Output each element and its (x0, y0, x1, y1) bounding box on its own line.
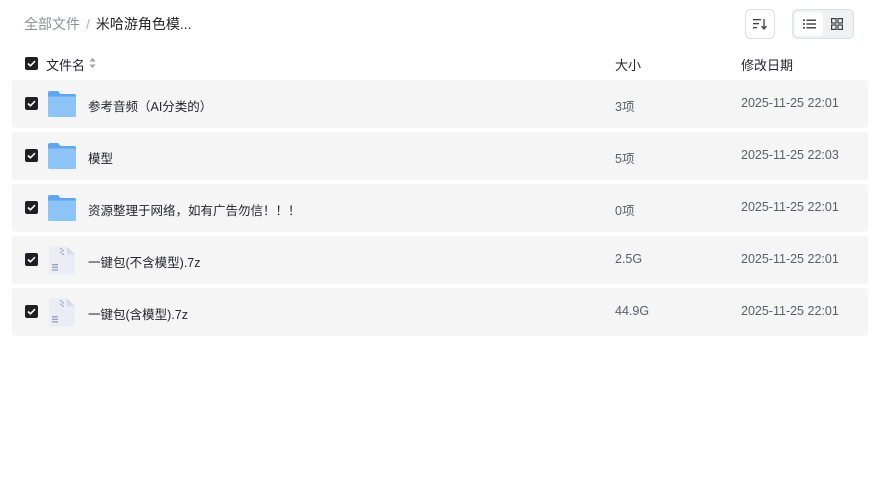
checkmark-icon (27, 100, 36, 107)
column-header-size: 大小 (615, 58, 642, 73)
folder-icon (47, 142, 77, 170)
grid-view-icon (831, 18, 843, 30)
file-name[interactable]: 一键包(含模型).7z (88, 304, 188, 323)
file-date: 2025-11-25 22:03 (741, 148, 839, 162)
folder-icon (47, 90, 77, 118)
file-size: 0项 (615, 204, 635, 218)
file-name[interactable]: 参考音频（AI分类的） (88, 96, 212, 115)
file-size: 5项 (615, 152, 635, 166)
file-name[interactable]: 一键包(不含模型).7z (88, 252, 201, 271)
column-header-name[interactable]: 文件名 (46, 55, 85, 74)
list-view-icon (802, 19, 816, 29)
checkmark-icon (27, 152, 36, 159)
file-row[interactable]: 参考音频（AI分类的） 3项 2025-11-25 22:01 (12, 80, 868, 128)
breadcrumb-current: 米哈游角色模... (95, 16, 192, 32)
folder-icon (47, 194, 77, 222)
checkmark-icon (27, 256, 36, 263)
column-header-date: 修改日期 (741, 58, 794, 73)
grid-view-button[interactable] (823, 12, 851, 36)
list-view-button[interactable] (795, 12, 823, 36)
file-date: 2025-11-25 22:01 (741, 304, 839, 318)
file-row[interactable]: 一键包(含模型).7z 44.9G 2025-11-25 22:01 (12, 288, 868, 336)
sort-caret-icon[interactable] (89, 57, 96, 69)
file-size: 44.9G (615, 304, 650, 318)
file-row[interactable]: 资源整理于网络，如有广告勿信！！！ 0项 2025-11-25 22:01 (12, 184, 868, 232)
file-row[interactable]: 一键包(不含模型).7z 2.5G 2025-11-25 22:01 (12, 236, 868, 284)
file-name[interactable]: 资源整理于网络，如有广告勿信！！！ (88, 200, 301, 219)
breadcrumb-root-link[interactable]: 全部文件 (24, 14, 80, 34)
breadcrumb: 全部文件 / 米哈游角色模... (24, 14, 192, 34)
row-checkbox[interactable] (25, 305, 38, 318)
archive-file-icon (47, 298, 77, 327)
checkmark-icon (27, 204, 36, 211)
file-name[interactable]: 模型 (88, 148, 113, 167)
table-header: 文件名 大小 修改日期 (12, 52, 868, 76)
file-date: 2025-11-25 22:01 (741, 200, 839, 214)
sort-button[interactable] (745, 9, 775, 39)
row-checkbox[interactable] (25, 97, 38, 110)
checkmark-icon (27, 60, 36, 67)
top-bar: 全部文件 / 米哈游角色模... (0, 0, 878, 48)
file-list: 参考音频（AI分类的） 3项 2025-11-25 22:01 模型 5项 20… (12, 80, 868, 340)
file-row[interactable]: 模型 5项 2025-11-25 22:03 (12, 132, 868, 180)
file-size: 2.5G (615, 252, 643, 266)
select-all-checkbox[interactable] (25, 57, 38, 70)
archive-file-icon (47, 246, 77, 275)
breadcrumb-separator: / (86, 16, 90, 32)
sort-icon (753, 19, 767, 30)
view-toggle (792, 9, 854, 39)
file-date: 2025-11-25 22:01 (741, 252, 839, 266)
row-checkbox[interactable] (25, 149, 38, 162)
row-checkbox[interactable] (25, 201, 38, 214)
row-checkbox[interactable] (25, 253, 38, 266)
checkmark-icon (27, 308, 36, 315)
file-size: 3项 (615, 100, 635, 114)
file-date: 2025-11-25 22:01 (741, 96, 839, 110)
